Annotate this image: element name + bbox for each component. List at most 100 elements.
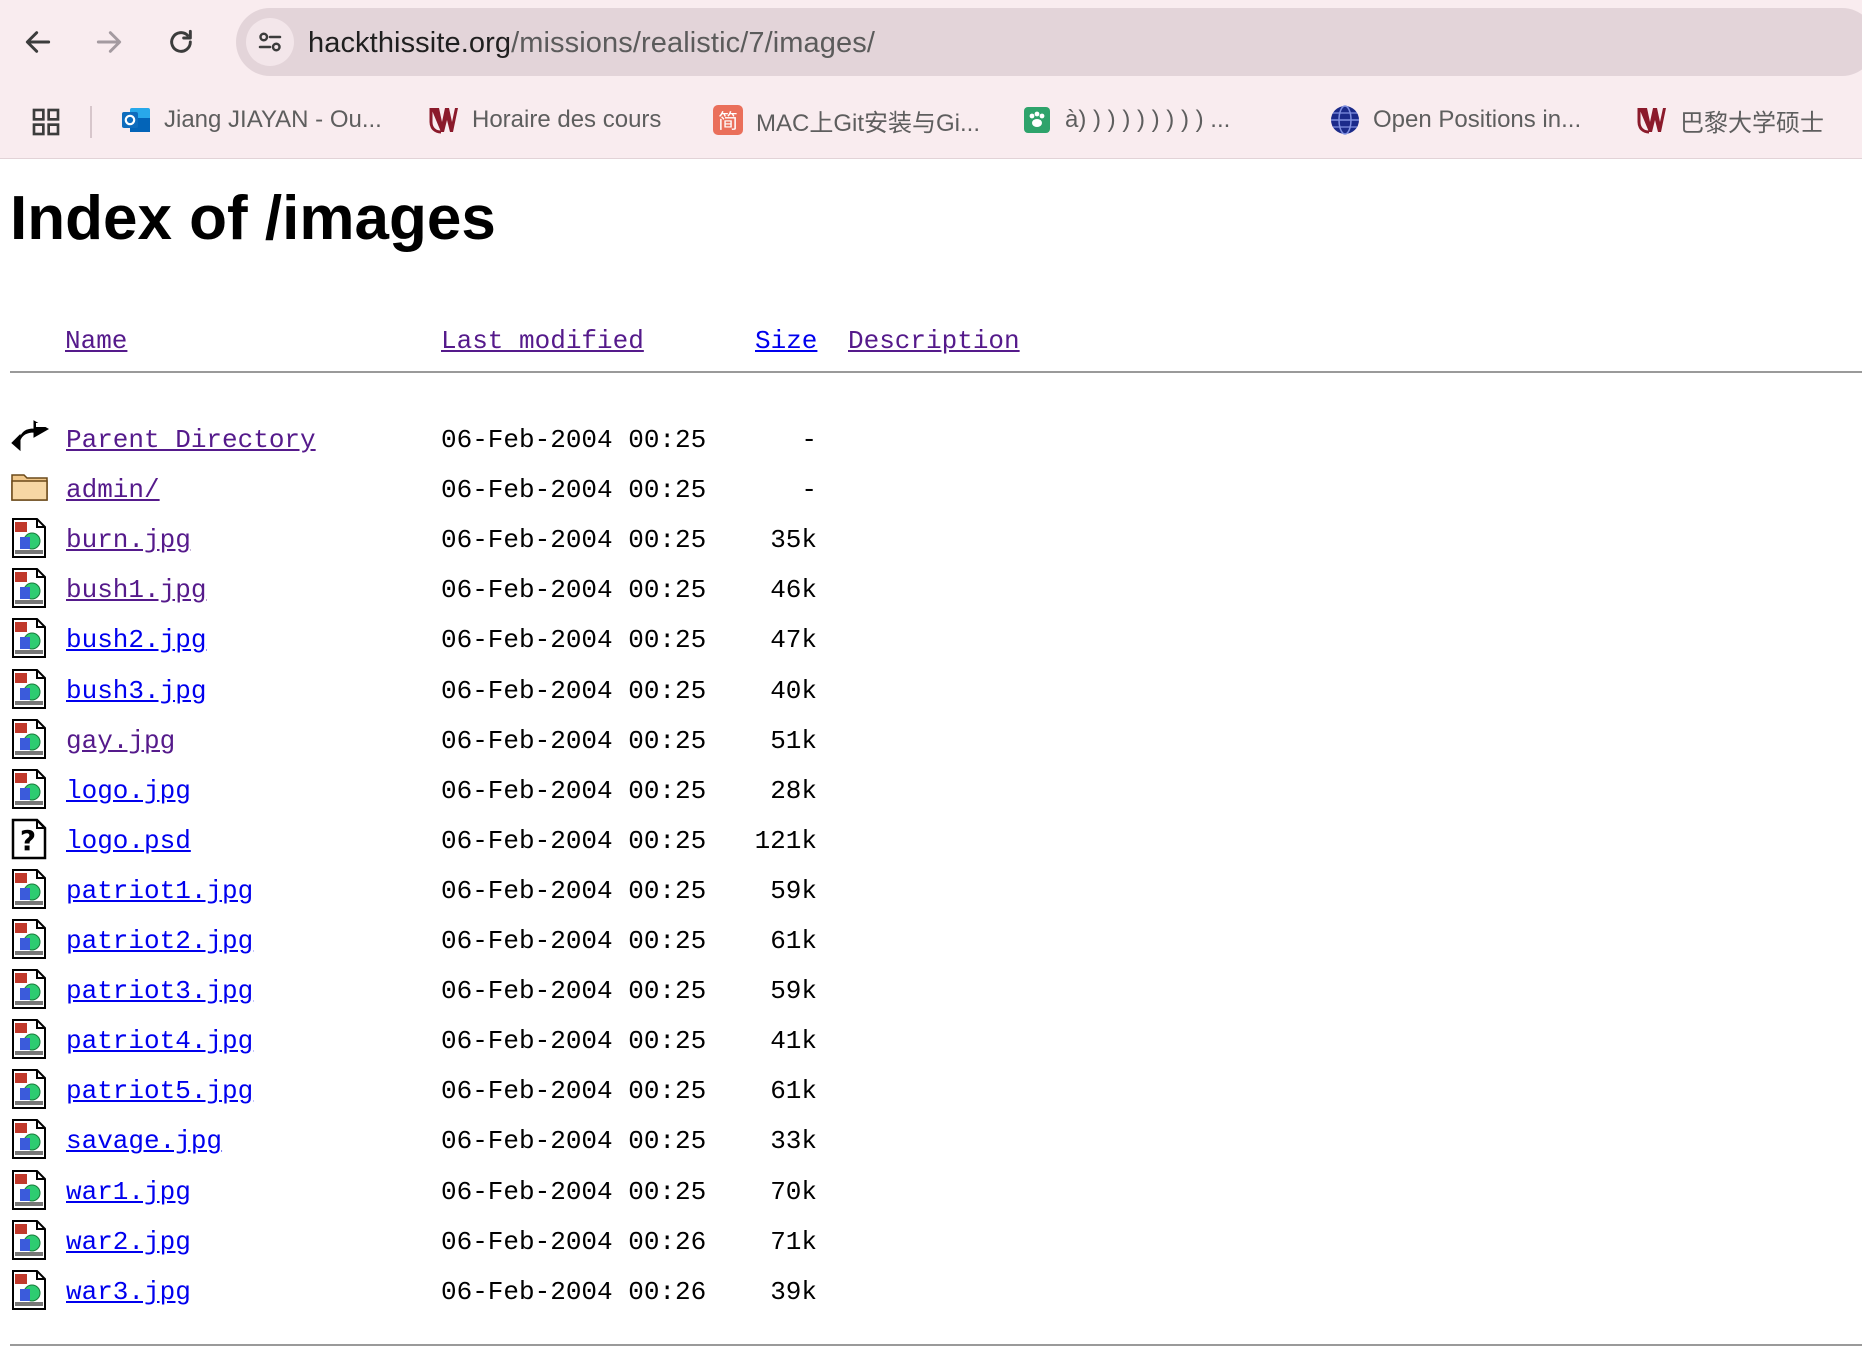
file-link[interactable]: war2.jpg bbox=[66, 1227, 191, 1257]
file-link[interactable]: burn.jpg bbox=[66, 525, 191, 555]
site-info-button[interactable] bbox=[246, 18, 294, 66]
file-link[interactable]: patriot3.jpg bbox=[66, 976, 253, 1006]
column-header-name[interactable]: Name bbox=[65, 326, 127, 356]
bookmark-jianshu[interactable]: 简 MAC上Git安装与Gi... bbox=[712, 100, 980, 140]
file-link[interactable]: bush2.jpg bbox=[66, 625, 206, 655]
file-modified: 06-Feb-2004 00:25 bbox=[441, 675, 707, 706]
file-modified: 06-Feb-2004 00:25 bbox=[441, 575, 707, 606]
image-file-icon bbox=[10, 517, 50, 559]
sort-by-size-link[interactable]: Size bbox=[755, 326, 817, 356]
file-row: Parent Directory 06-Feb-2004 00:25 - bbox=[0, 420, 900, 475]
file-link[interactable]: war1.jpg bbox=[66, 1177, 191, 1207]
bookmark-label: Jiang JIAYAN - Ou... bbox=[164, 106, 382, 133]
file-link[interactable]: logo.psd bbox=[66, 826, 191, 856]
file-row: war3.jpg 06-Feb-2004 00:26 39k bbox=[0, 1269, 900, 1327]
file-modified: 06-Feb-2004 00:25 bbox=[441, 1026, 707, 1057]
file-link[interactable]: patriot5.jpg bbox=[66, 1076, 253, 1106]
paw-icon bbox=[1021, 104, 1053, 136]
image-file-icon bbox=[10, 617, 50, 659]
reload-icon bbox=[170, 29, 192, 53]
file-link[interactable]: logo.jpg bbox=[66, 776, 191, 806]
column-header-size[interactable]: Size bbox=[755, 326, 817, 356]
file-modified: 06-Feb-2004 00:25 bbox=[441, 425, 707, 455]
bookmark-label: MAC上Git安装与Gi... bbox=[756, 109, 981, 137]
file-row: patriot1.jpg 06-Feb-2004 00:25 59k bbox=[0, 868, 900, 926]
back-arrow-icon bbox=[10, 417, 50, 459]
file-row: bush1.jpg 06-Feb-2004 00:25 46k bbox=[0, 568, 900, 625]
file-size: 28k bbox=[770, 775, 817, 806]
file-link[interactable]: bush3.jpg bbox=[66, 676, 206, 706]
file-size: 61k bbox=[770, 926, 817, 956]
outlook-icon bbox=[120, 104, 152, 136]
file-row: burn.jpg 06-Feb-2004 00:25 35k bbox=[0, 518, 900, 575]
file-row: patriot5.jpg 06-Feb-2004 00:25 61k bbox=[0, 1069, 900, 1126]
image-file-icon bbox=[10, 1219, 50, 1261]
image-file-icon bbox=[10, 1269, 50, 1311]
back-button[interactable] bbox=[8, 12, 68, 72]
file-modified: 06-Feb-2004 00:25 bbox=[441, 525, 707, 556]
file-row: logo.jpg 06-Feb-2004 00:25 28k bbox=[0, 768, 900, 826]
image-file-icon bbox=[10, 918, 50, 960]
file-size: 51k bbox=[770, 725, 817, 756]
sort-by-name-link[interactable]: Name bbox=[65, 326, 127, 356]
file-link[interactable]: gay.jpg bbox=[66, 726, 175, 756]
file-size: - bbox=[801, 475, 817, 506]
file-modified: 06-Feb-2004 00:25 bbox=[441, 775, 707, 806]
apps-grid-icon[interactable] bbox=[30, 106, 62, 138]
file-link[interactable]: patriot1.jpg bbox=[66, 876, 253, 906]
back-arrow-icon bbox=[25, 31, 51, 53]
file-modified: 06-Feb-2004 00:25 bbox=[441, 475, 707, 506]
forward-button[interactable] bbox=[79, 12, 139, 72]
svg-text:?: ? bbox=[20, 824, 36, 857]
image-file-icon bbox=[10, 668, 50, 710]
bookmark-open-positions[interactable]: Open Positions in... bbox=[1329, 100, 1581, 140]
url-host: hackthissite.org bbox=[308, 27, 512, 59]
image-file-icon bbox=[10, 868, 50, 910]
file-row: savage.jpg 06-Feb-2004 00:25 33k bbox=[0, 1119, 900, 1176]
file-modified: 06-Feb-2004 00:25 bbox=[441, 926, 707, 956]
column-header-last-modified[interactable]: Last modified bbox=[441, 326, 644, 356]
folder-icon bbox=[10, 467, 50, 509]
file-modified: 06-Feb-2004 00:26 bbox=[441, 1226, 707, 1257]
url-path: /missions/realistic/7/images/ bbox=[511, 27, 875, 59]
bookmark-outlook[interactable]: Jiang JIAYAN - Ou... bbox=[120, 100, 382, 140]
file-link[interactable]: savage.jpg bbox=[66, 1126, 222, 1156]
sort-by-modified-link[interactable]: Last modified bbox=[441, 326, 644, 356]
bookmarks-separator bbox=[90, 106, 92, 138]
file-row: patriot2.jpg 06-Feb-2004 00:25 61k bbox=[0, 919, 900, 976]
sort-by-description-link[interactable]: Description bbox=[848, 326, 1020, 356]
bookmark-label: à) ) ) ) ) ) ) ) ) ... bbox=[1065, 106, 1231, 133]
file-row: ? logo.psd 06-Feb-2004 00:25 121k bbox=[0, 818, 900, 876]
bookmark-label: 巴黎大学硕士 bbox=[1680, 109, 1824, 137]
bookmark-horaire[interactable]: Horaire des cours bbox=[428, 100, 661, 140]
file-row: bush3.jpg 06-Feb-2004 00:25 40k bbox=[0, 668, 900, 726]
file-link[interactable]: patriot2.jpg bbox=[66, 926, 253, 956]
bookmark-paw[interactable]: à) ) ) ) ) ) ) ) ) ... bbox=[1021, 100, 1230, 140]
file-size: 70k bbox=[770, 1176, 817, 1207]
column-header-description[interactable]: Description bbox=[848, 326, 1020, 356]
file-link[interactable]: admin/ bbox=[66, 475, 160, 505]
file-row: gay.jpg 06-Feb-2004 00:25 51k bbox=[0, 718, 900, 776]
file-size: 46k bbox=[770, 575, 817, 606]
forward-arrow-icon bbox=[96, 31, 122, 53]
file-modified: 06-Feb-2004 00:25 bbox=[441, 1076, 707, 1107]
file-link[interactable]: bush1.jpg bbox=[66, 575, 206, 605]
image-file-icon bbox=[10, 1169, 50, 1211]
file-size: 59k bbox=[770, 875, 817, 906]
file-row: admin/06-Feb-2004 00:25 - bbox=[0, 474, 900, 525]
bookmark-label: Horaire des cours bbox=[472, 106, 662, 133]
university-logo-icon bbox=[428, 104, 460, 136]
file-size: 59k bbox=[770, 976, 817, 1007]
footer-divider bbox=[10, 1344, 1862, 1346]
image-file-icon bbox=[10, 1068, 50, 1110]
reload-button[interactable] bbox=[151, 12, 211, 72]
file-link[interactable]: patriot4.jpg bbox=[66, 1026, 253, 1056]
file-size: 47k bbox=[770, 625, 817, 656]
file-link[interactable]: war3.jpg bbox=[66, 1277, 191, 1307]
bookmark-paris-master[interactable]: 巴黎大学硕士 bbox=[1636, 100, 1824, 140]
file-link[interactable]: Parent Directory bbox=[66, 425, 316, 455]
image-file-icon bbox=[10, 1018, 50, 1060]
image-file-icon bbox=[10, 768, 50, 810]
address-bar[interactable]: hackthissite.org/missions/realistic/7/im… bbox=[236, 8, 1862, 76]
file-row: war2.jpg 06-Feb-2004 00:26 71k bbox=[0, 1219, 900, 1277]
